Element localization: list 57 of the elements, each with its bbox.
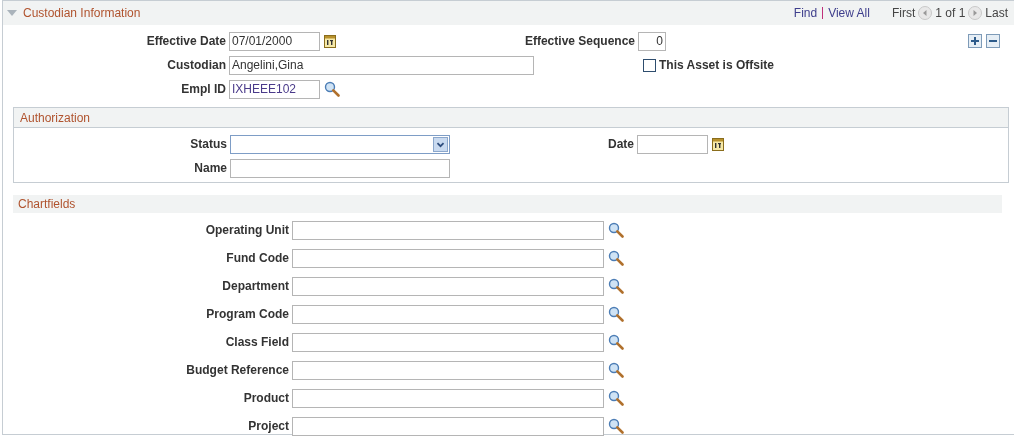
search-icon[interactable] bbox=[324, 81, 340, 97]
custodian-field[interactable]: Angelini,Gina bbox=[229, 55, 534, 75]
last-label: Last bbox=[985, 6, 1008, 20]
plus-icon bbox=[971, 37, 979, 45]
field-label: Custodian bbox=[166, 58, 227, 72]
first-label: First bbox=[891, 6, 916, 20]
effective-date-field[interactable]: 07/01/2000 bbox=[229, 31, 320, 51]
sequence-field[interactable]: 0 bbox=[638, 31, 666, 51]
delete-row-button[interactable] bbox=[986, 34, 1000, 48]
minus-icon bbox=[989, 37, 997, 45]
field-label: Operating Unit bbox=[204, 223, 290, 237]
search-icon[interactable] bbox=[608, 334, 624, 350]
subsection-title: Chartfields bbox=[18, 197, 76, 211]
search-icon[interactable] bbox=[608, 362, 624, 378]
field-label: Project bbox=[247, 419, 290, 433]
checkbox-label: This Asset is Offsite bbox=[659, 58, 774, 72]
chartfield-field[interactable] bbox=[292, 304, 604, 324]
search-icon[interactable] bbox=[608, 306, 624, 322]
offsite-checkbox[interactable] bbox=[643, 58, 656, 72]
name-field[interactable] bbox=[230, 158, 450, 178]
search-icon[interactable] bbox=[608, 278, 624, 294]
section-title: Custodian Information bbox=[23, 6, 141, 20]
date-field[interactable] bbox=[637, 134, 708, 154]
calendar-icon[interactable] bbox=[324, 34, 336, 48]
chartfield-field[interactable] bbox=[292, 220, 604, 240]
view-all-link[interactable]: View All bbox=[828, 6, 870, 20]
field-label: Product bbox=[242, 391, 290, 405]
field-label: Effective Date bbox=[145, 34, 227, 48]
field-label: Effective Sequence bbox=[523, 34, 636, 48]
search-icon[interactable] bbox=[608, 390, 624, 406]
chartfield-field[interactable] bbox=[292, 360, 604, 380]
chartfield-field[interactable] bbox=[292, 248, 604, 268]
field-label: Class Field bbox=[224, 335, 290, 349]
find-link[interactable]: Find bbox=[793, 6, 818, 20]
calendar-icon[interactable] bbox=[712, 137, 724, 151]
previous-icon[interactable] bbox=[918, 6, 933, 20]
chartfield-field[interactable] bbox=[292, 416, 604, 436]
field-label: Fund Code bbox=[225, 251, 290, 265]
add-row-button[interactable] bbox=[968, 34, 982, 48]
field-label: Budget Reference bbox=[185, 363, 290, 377]
search-icon[interactable] bbox=[608, 250, 624, 266]
next-icon[interactable] bbox=[968, 6, 983, 20]
field-label: Department bbox=[221, 279, 290, 293]
search-icon[interactable] bbox=[608, 418, 624, 434]
empl-id-field[interactable]: IXHEEE102 bbox=[229, 79, 320, 99]
field-label: Status bbox=[189, 137, 228, 151]
chartfield-field[interactable] bbox=[292, 332, 604, 352]
subsection-title: Authorization bbox=[20, 110, 91, 125]
status-dropdown[interactable] bbox=[230, 134, 450, 154]
row-position: 1 of 1 bbox=[935, 6, 966, 20]
field-label: Empl ID bbox=[180, 82, 227, 96]
field-label: Date bbox=[607, 137, 635, 151]
chartfield-field[interactable] bbox=[292, 276, 604, 296]
chartfield-field[interactable] bbox=[292, 388, 604, 408]
search-icon[interactable] bbox=[608, 222, 624, 238]
field-label: Program Code bbox=[205, 307, 290, 321]
field-label: Name bbox=[193, 161, 228, 175]
